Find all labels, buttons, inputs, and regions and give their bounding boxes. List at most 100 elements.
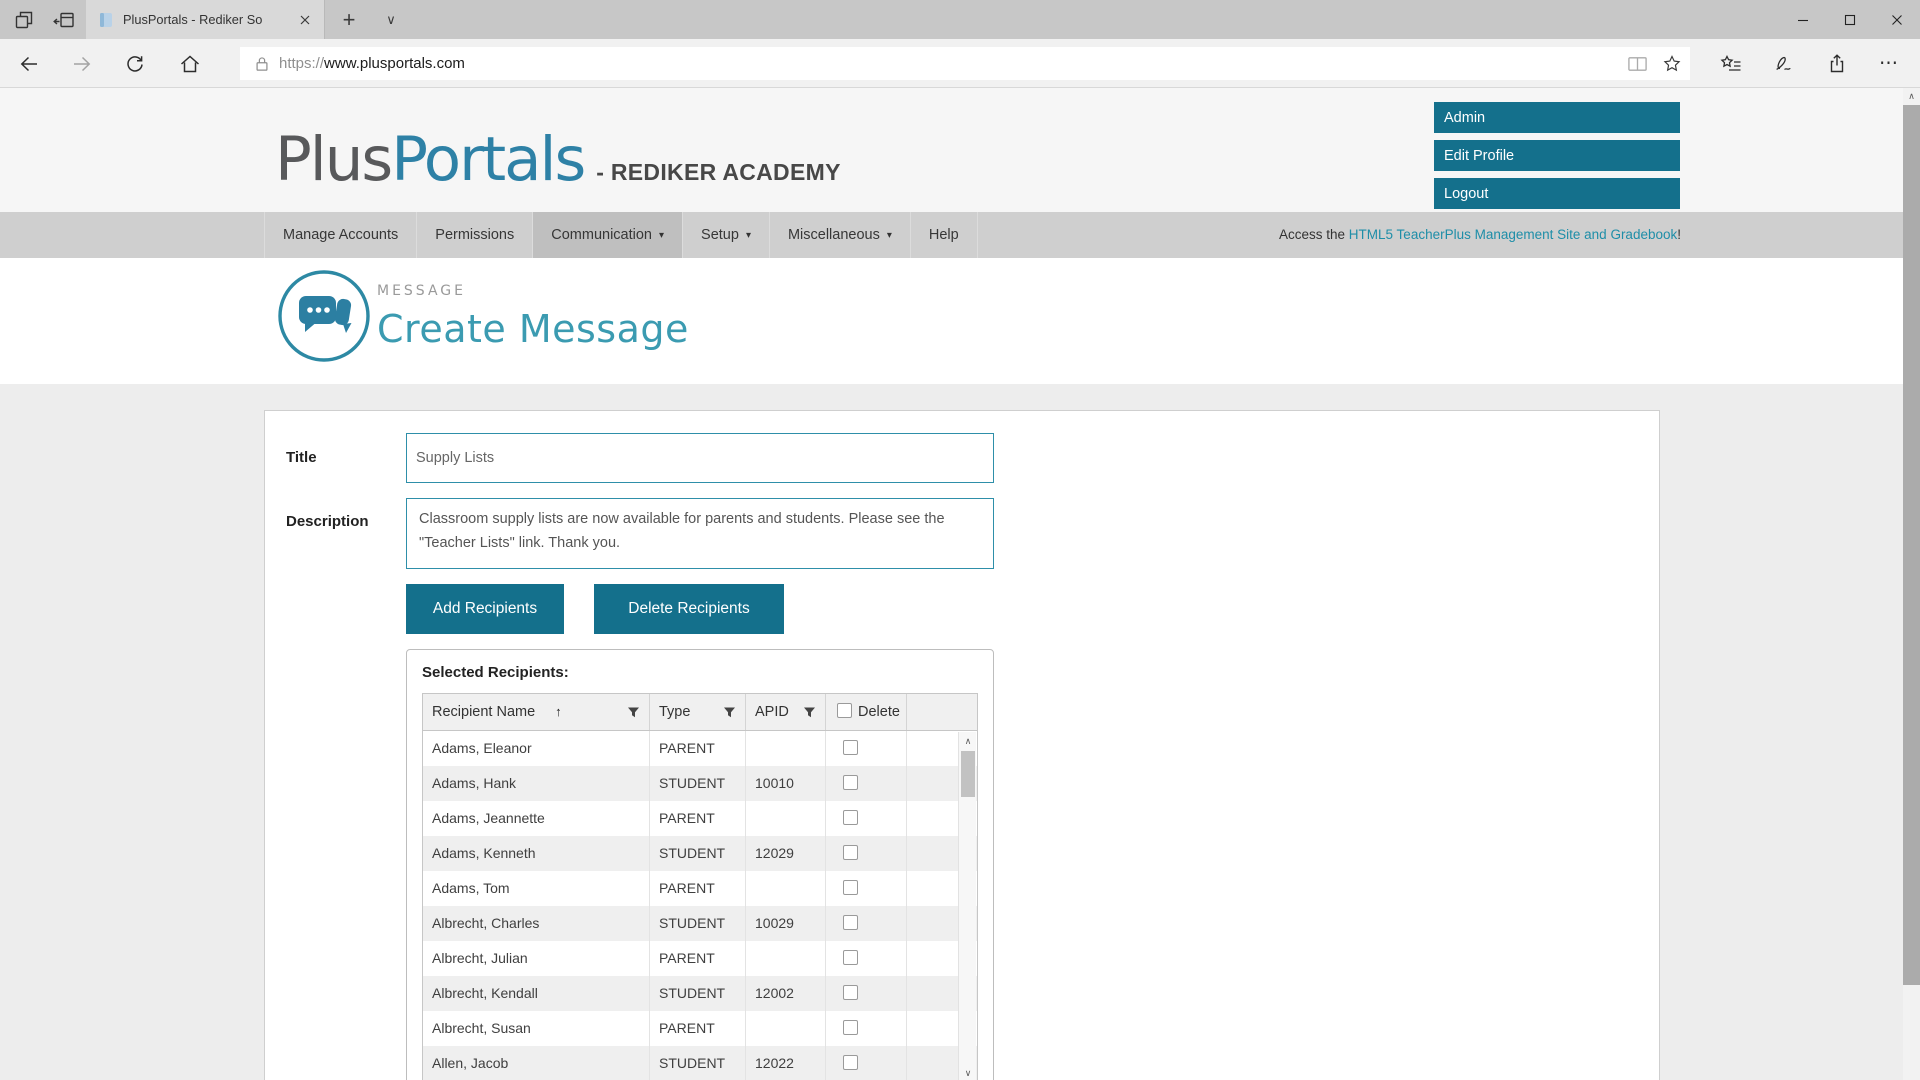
- page-heading-section: MESSAGE Create Message: [0, 258, 1903, 384]
- delete-row-checkbox[interactable]: [843, 1020, 858, 1035]
- table-row: Adams, EleanorPARENT: [423, 731, 977, 766]
- nav-item-permissions[interactable]: Permissions: [417, 212, 533, 258]
- recipient-apid-cell: [746, 801, 826, 836]
- filter-funnel-icon[interactable]: [723, 706, 736, 719]
- new-tab-button[interactable]: +: [330, 0, 368, 39]
- delete-row-checkbox[interactable]: [843, 740, 858, 755]
- table-row: Albrecht, KendallSTUDENT12002: [423, 976, 977, 1011]
- nav-item-communication[interactable]: Communication ▾: [533, 212, 683, 258]
- back-button[interactable]: [8, 39, 50, 88]
- delete-row-checkbox[interactable]: [843, 915, 858, 930]
- table-row: Adams, TomPARENT: [423, 871, 977, 906]
- forward-button[interactable]: [61, 39, 103, 88]
- column-label: Recipient Name: [432, 704, 535, 720]
- add-recipients-button[interactable]: Add Recipients: [406, 584, 564, 634]
- column-header-delete: Delete: [826, 694, 907, 730]
- recipient-apid-cell: 10029: [746, 906, 826, 941]
- delete-row-checkbox[interactable]: [843, 845, 858, 860]
- nav-item-label: Permissions: [435, 227, 514, 243]
- more-options-button[interactable]: ⋯: [1868, 39, 1910, 88]
- nav-item-miscellaneous[interactable]: Miscellaneous▾: [770, 212, 911, 258]
- scroll-down-arrow[interactable]: ∨: [959, 1064, 977, 1080]
- page-scroll-up-arrow[interactable]: ∧: [1903, 88, 1920, 105]
- url-bar-actions: [1627, 47, 1682, 80]
- set-aside-tabs-icon: [52, 9, 76, 31]
- delete-cell: [826, 801, 907, 836]
- page-scrollbar[interactable]: ∧: [1903, 88, 1920, 1080]
- delete-cell: [826, 1046, 907, 1080]
- minimize-button[interactable]: [1779, 0, 1826, 39]
- home-button[interactable]: [169, 39, 211, 88]
- refresh-button[interactable]: [114, 39, 156, 88]
- logout-button[interactable]: Logout: [1434, 178, 1680, 209]
- selected-recipients-panel: Selected Recipients: Recipient Name↑ Typ…: [406, 649, 994, 1080]
- nav-item-label: Help: [929, 227, 959, 243]
- delete-row-checkbox[interactable]: [843, 985, 858, 1000]
- column-label: Delete: [858, 704, 900, 720]
- table-scrollbar-thumb[interactable]: [961, 751, 975, 797]
- scroll-up-arrow[interactable]: ∧: [959, 732, 977, 750]
- tab-preview-button[interactable]: [4, 0, 44, 39]
- table-row: Allen, JacobSTUDENT12022: [423, 1046, 977, 1080]
- column-header-type[interactable]: Type: [650, 694, 746, 730]
- set-aside-tabs-button[interactable]: [44, 0, 84, 39]
- chevron-down-icon: ▾: [659, 230, 664, 241]
- add-favorite-button[interactable]: [1662, 54, 1682, 74]
- delete-row-checkbox[interactable]: [843, 775, 858, 790]
- sort-ascending-icon: ↑: [555, 704, 562, 719]
- select-all-delete-checkbox[interactable]: [837, 703, 852, 718]
- filter-funnel-icon[interactable]: [627, 706, 640, 719]
- maximize-button[interactable]: [1826, 0, 1873, 39]
- nav-item-label: Manage Accounts: [283, 227, 398, 243]
- nav-item-manage-accounts[interactable]: Manage Accounts: [265, 212, 417, 258]
- recipient-name-cell: Albrecht, Susan: [423, 1011, 650, 1046]
- close-tab-button[interactable]: [294, 9, 316, 31]
- nav-item-label: Communication: [551, 227, 652, 243]
- recipient-name-cell: Adams, Tom: [423, 871, 650, 906]
- favorite-star-icon: [1662, 54, 1682, 74]
- logo-portals: Portals: [391, 124, 584, 195]
- share-button[interactable]: [1816, 39, 1858, 88]
- home-icon: [179, 53, 201, 75]
- nav-item-setup[interactable]: Setup▾: [683, 212, 770, 258]
- delete-recipients-button[interactable]: Delete Recipients: [594, 584, 784, 634]
- reading-view-button[interactable]: [1627, 54, 1648, 74]
- recipients-table-header: Recipient Name ↑ Type APID: [423, 694, 977, 731]
- browser-tab[interactable]: PlusPortals - Rediker So: [86, 0, 325, 39]
- teacherplus-link[interactable]: HTML5 TeacherPlus Management Site and Gr…: [1349, 227, 1677, 242]
- filter-funnel-icon[interactable]: [803, 706, 816, 719]
- recipient-type-cell: STUDENT: [650, 906, 746, 941]
- column-label: Type: [659, 704, 690, 720]
- title-input[interactable]: [406, 433, 994, 483]
- recipient-type-cell: PARENT: [650, 1011, 746, 1046]
- admin-button[interactable]: Admin: [1434, 102, 1680, 133]
- recipient-type-cell: PARENT: [650, 801, 746, 836]
- close-icon: [300, 15, 310, 25]
- hub-button[interactable]: [1710, 39, 1752, 88]
- plusportals-logo: PlusPortals - REDIKER ACADEMY: [275, 124, 841, 195]
- nav-item-help[interactable]: Help: [911, 212, 978, 258]
- url-input[interactable]: https://www.plusportals.com: [240, 47, 1690, 80]
- hub-icon: [1719, 53, 1743, 75]
- recipient-apid-cell: 12002: [746, 976, 826, 1011]
- close-window-button[interactable]: [1873, 0, 1920, 39]
- column-header-apid[interactable]: APID: [746, 694, 826, 730]
- recipient-type-cell: STUDENT: [650, 766, 746, 801]
- column-header-recipient-name[interactable]: Recipient Name ↑: [423, 694, 650, 730]
- recipient-apid-cell: 12029: [746, 836, 826, 871]
- delete-row-checkbox[interactable]: [843, 1055, 858, 1070]
- annotate-button[interactable]: [1763, 39, 1805, 88]
- recipient-name-cell: Adams, Eleanor: [423, 731, 650, 766]
- edit-profile-button[interactable]: Edit Profile: [1434, 140, 1680, 171]
- page-scrollbar-thumb[interactable]: [1903, 105, 1920, 985]
- delete-row-checkbox[interactable]: [843, 950, 858, 965]
- delete-row-checkbox[interactable]: [843, 810, 858, 825]
- table-scrollbar[interactable]: ∧ ∨: [958, 732, 976, 1080]
- page-title: Create Message: [377, 307, 689, 351]
- tab-list-dropdown-button[interactable]: ∨: [372, 0, 410, 39]
- table-row: Albrecht, CharlesSTUDENT10029: [423, 906, 977, 941]
- description-input[interactable]: Classroom supply lists are now available…: [406, 498, 994, 569]
- lock-icon[interactable]: [253, 55, 271, 73]
- delete-row-checkbox[interactable]: [843, 880, 858, 895]
- recipients-tbody: Adams, EleanorPARENTAdams, HankSTUDENT10…: [423, 731, 977, 1080]
